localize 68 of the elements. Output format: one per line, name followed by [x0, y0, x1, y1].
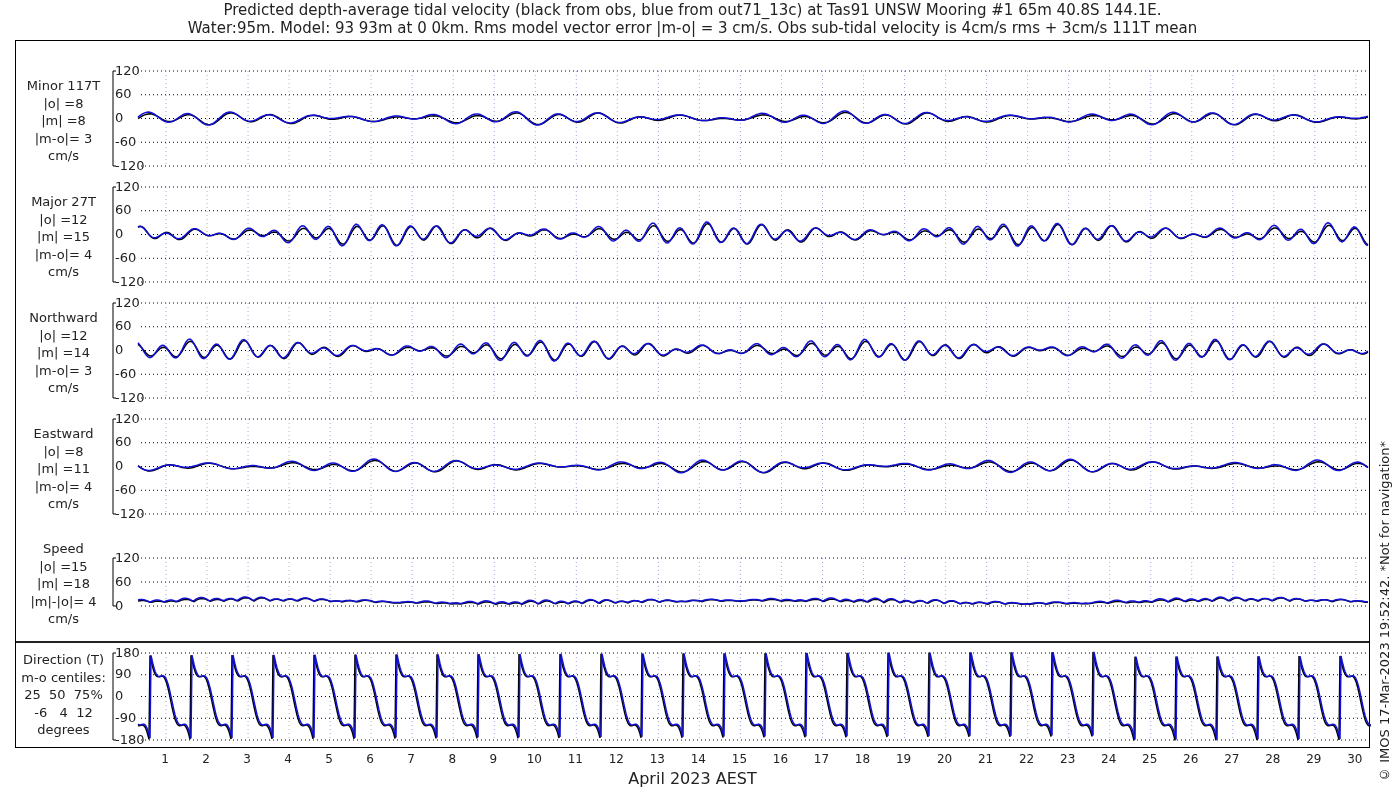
axis-tick-label: 5 — [325, 752, 333, 766]
axis-tick-label: -60 — [115, 365, 137, 381]
axis-tick-label: -60 — [115, 249, 137, 265]
axis-tick-label: 17 — [813, 752, 830, 766]
panel-label: Speed |o| =15 |m| =18 |m|-|o|= 4 cm/s — [30, 540, 97, 628]
axis-tick-label: 21 — [977, 752, 994, 766]
axis-tick-label: 2 — [202, 752, 210, 766]
panel-label: Major 27T |o| =12 |m| =15 |m-o|= 4 cm/s — [31, 193, 96, 281]
axis-tick-label: 30 — [1347, 752, 1363, 766]
axis-tick-label: 23 — [1060, 752, 1076, 766]
axis-tick-label: -120 — [115, 505, 145, 521]
axis-tick-label: 7 — [407, 752, 415, 766]
axis-tick-label: 11 — [567, 752, 583, 766]
axis-tick-label: 6 — [366, 752, 374, 766]
panel-label: Northward |o| =12 |m| =14 |m-o|= 3 cm/s — [29, 309, 98, 397]
axis-tick-label: 1 — [161, 752, 169, 766]
axis-tick-label: 28 — [1265, 752, 1281, 766]
axis-tick-label: 8 — [448, 752, 457, 766]
axis-tick-label: 13 — [649, 752, 665, 766]
axis-tick-label: 180 — [115, 644, 140, 660]
axis-tick-label: 0 — [115, 688, 124, 703]
axis-tick-label: 20 — [936, 752, 953, 766]
axis-tick-label: 4 — [284, 752, 292, 766]
axis-tick-label: 0 — [115, 226, 124, 241]
axis-tick-label: 18 — [854, 752, 871, 766]
panel-label: Direction (T) m-o centiles: 25 50 75% -6 4 12 degrees — [21, 651, 106, 739]
chart-title: Predicted depth-average tidal velocity (black from obs, blue from out71_13c) at Tas91 UNSW Mooring #1 65m 40.8S 144.1E. Water:95m. Model: 93 93m at 0 0km. Rms model vector error |m-o| = 3 cm/s. Obs sub-tidal velocity is 4cm/s rms + 3cm/s 111T mean — [186, 0, 1199, 39]
axis-tick-label: 9 — [489, 752, 498, 766]
axis-tick-label: -90 — [115, 709, 137, 725]
axis-tick-label: 15 — [731, 752, 748, 766]
axis-tick-label: -120 — [115, 157, 145, 173]
axis-tick-label: 16 — [772, 752, 789, 766]
axis-tick-label: 27 — [1224, 752, 1240, 766]
axis-tick-label: 120 — [115, 63, 140, 78]
axis-tick-label: 12 — [608, 752, 624, 766]
axis-tick-label: 24 — [1101, 752, 1117, 766]
axis-tick-label: 0 — [115, 342, 124, 357]
axis-tick-label: 60 — [115, 202, 132, 218]
x-axis-title: April 2023 AEST — [628, 770, 757, 788]
axis-tick-label: 25 — [1142, 752, 1158, 766]
axis-tick-label: 19 — [895, 752, 912, 766]
axis-tick-label: 60 — [115, 573, 132, 589]
axis-tick-label: 22 — [1019, 752, 1035, 766]
axis-tick-label: 120 — [115, 295, 140, 310]
axis-tick-label: 60 — [115, 434, 132, 450]
copyright-note: © IMOS 17-Mar-2023 19:52:42. *Not for navigation* — [1376, 441, 1394, 782]
axis-tick-label: 29 — [1306, 752, 1322, 766]
axis-tick-label: 14 — [690, 752, 707, 766]
panel-label: Eastward |o| =8 |m| =11 |m-o|= 4 cm/s — [33, 425, 94, 513]
axis-tick-label: 0 — [115, 458, 124, 473]
axis-tick-label: 0 — [115, 110, 124, 125]
axis-tick-label: 120 — [115, 179, 140, 194]
panel-label: Minor 117T |o| =8 |m| =8 |m-o|= 3 cm/s — [26, 77, 101, 165]
axis-tick-label: -120 — [115, 273, 145, 289]
axis-tick-label: 0 — [115, 597, 124, 613]
axis-tick-label: -60 — [115, 133, 137, 149]
axis-tick-label: 10 — [526, 752, 542, 766]
axis-tick-label: 26 — [1183, 752, 1199, 766]
axis-tick-label: 60 — [115, 318, 132, 334]
axis-tick-label: -60 — [115, 481, 137, 497]
axis-tick-label: -120 — [115, 389, 145, 405]
axis-tick-label: 120 — [115, 411, 140, 426]
axis-tick-label: -180 — [115, 731, 145, 747]
axis-tick-label: 3 — [243, 752, 251, 766]
axis-tick-label: 120 — [115, 549, 140, 565]
axis-tick-label: 90 — [115, 666, 132, 682]
y-axis — [112, 557, 117, 607]
axis-tick-label: 60 — [115, 86, 132, 102]
